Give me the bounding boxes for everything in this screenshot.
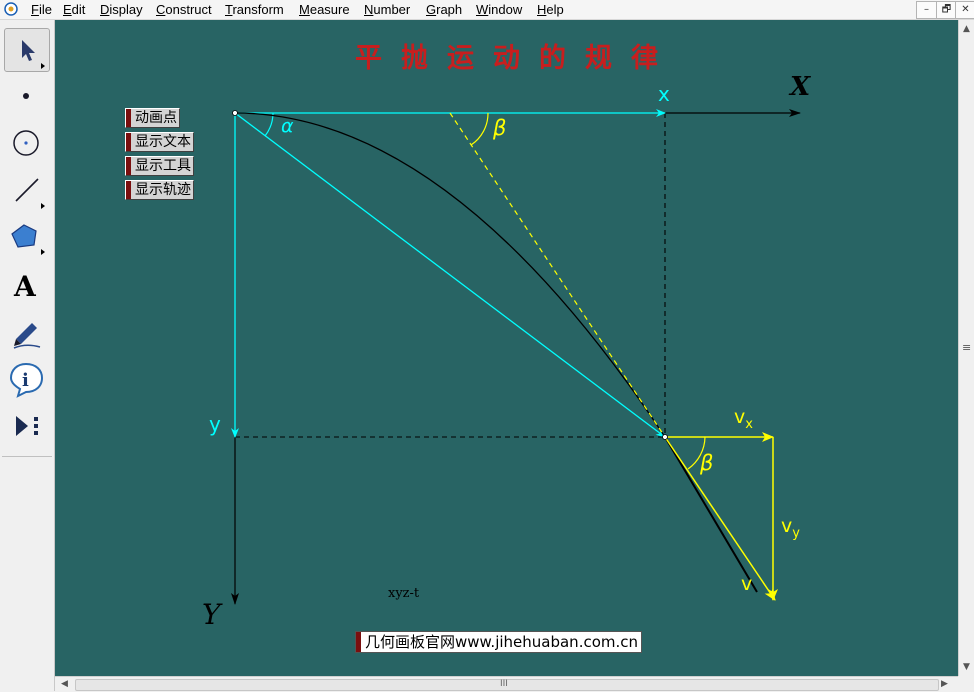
show-text-button[interactable]: 显示文本: [125, 132, 194, 152]
scroll-down-icon[interactable]: ▼: [963, 662, 970, 672]
circle-compass-icon: [13, 130, 39, 156]
arrow-select-icon: [22, 40, 45, 69]
toolbox-divider: [2, 456, 52, 457]
minimize-button[interactable]: –: [916, 1, 937, 19]
vertical-scrollbar[interactable]: ▲ ≡ ▼: [958, 20, 974, 676]
scroll-right-icon[interactable]: ▶: [941, 679, 948, 689]
show-trace-button[interactable]: 显示轨迹: [125, 180, 194, 200]
menu-number[interactable]: Number: [364, 1, 410, 18]
y-label: y: [209, 412, 221, 436]
information-tool[interactable]: i: [4, 356, 50, 400]
vx-label: vx: [734, 406, 753, 432]
horizontal-scroll-grip: III: [500, 679, 508, 689]
vy-label: vy: [781, 515, 800, 541]
website-link-button[interactable]: 几何画板官网www.jihehuaban.com.cn: [355, 631, 643, 653]
polygon-tool[interactable]: [4, 214, 50, 258]
pentagon-icon: [11, 224, 45, 255]
close-button[interactable]: ✕: [955, 1, 974, 19]
menu-construct[interactable]: Construct: [156, 1, 212, 18]
menu-edit[interactable]: Edit: [63, 1, 85, 18]
y-axis-label: Y: [202, 598, 221, 631]
point-icon: [23, 93, 29, 99]
alpha-angle-arc: [264, 112, 274, 137]
marker-pen-icon: [13, 323, 41, 349]
beta-bottom-label: β: [700, 451, 714, 475]
tangent-dashed-line: [449, 112, 666, 438]
point-tool[interactable]: [4, 74, 50, 118]
v-vector: [664, 436, 776, 601]
vertical-scroll-grip[interactable]: ≡: [962, 341, 971, 354]
x-label: x: [658, 82, 670, 106]
compass-tool[interactable]: [4, 120, 50, 164]
beta-top-angle-arc: [470, 112, 489, 146]
svg-text:i: i: [22, 370, 29, 391]
custom-tool[interactable]: [4, 404, 50, 448]
text-tool[interactable]: A: [4, 264, 50, 308]
v-label: v: [741, 573, 753, 595]
custom-tool-play-icon: [16, 416, 38, 436]
app-icon[interactable]: [4, 2, 18, 16]
straightedge-tool[interactable]: [4, 168, 50, 212]
origin-point[interactable]: [232, 110, 238, 116]
arrow-tool[interactable]: [4, 28, 50, 72]
toolbox: A i: [0, 20, 55, 691]
svg-text:A: A: [13, 270, 37, 303]
x-axis-label: X: [790, 72, 811, 102]
restore-button[interactable]: 🗗: [936, 1, 957, 19]
displacement-line: [234, 112, 666, 438]
sketch-title: 平抛运动的规律: [355, 43, 677, 74]
menu-graph[interactable]: Graph: [426, 1, 462, 18]
menu-bar: File Edit Display Construct Transform Me…: [0, 0, 974, 20]
line-segment-icon: [15, 178, 45, 209]
menu-window[interactable]: Window: [476, 1, 522, 18]
sketch-canvas[interactable]: 平抛运动的规律 动画点 显示文本 显示工具 显示轨迹 x X y Y α β β…: [55, 20, 958, 676]
menu-help[interactable]: Help: [537, 1, 564, 18]
marker-tool[interactable]: [4, 310, 50, 354]
menu-display[interactable]: Display: [100, 1, 143, 18]
animate-point-button[interactable]: 动画点: [125, 108, 180, 128]
alpha-label: α: [281, 115, 294, 137]
moving-point[interactable]: [662, 434, 668, 440]
show-tools-button[interactable]: 显示工具: [125, 156, 194, 176]
horizontal-scrollbar[interactable]: ◀ III ▶: [55, 676, 958, 692]
horizontal-scroll-thumb[interactable]: III: [75, 679, 939, 691]
info-icon: i: [9, 362, 44, 398]
scroll-up-icon[interactable]: ▲: [963, 24, 970, 34]
scroll-left-icon[interactable]: ◀: [61, 679, 68, 689]
beta-top-label: β: [493, 116, 507, 140]
text-a-icon: A: [13, 270, 37, 303]
sketch-drawing: [231, 109, 801, 605]
menu-measure[interactable]: Measure: [299, 1, 350, 18]
menu-transform[interactable]: Transform: [225, 1, 284, 18]
xyz-t-caption: xyz-t: [388, 586, 420, 601]
menu-file[interactable]: File: [31, 1, 52, 18]
